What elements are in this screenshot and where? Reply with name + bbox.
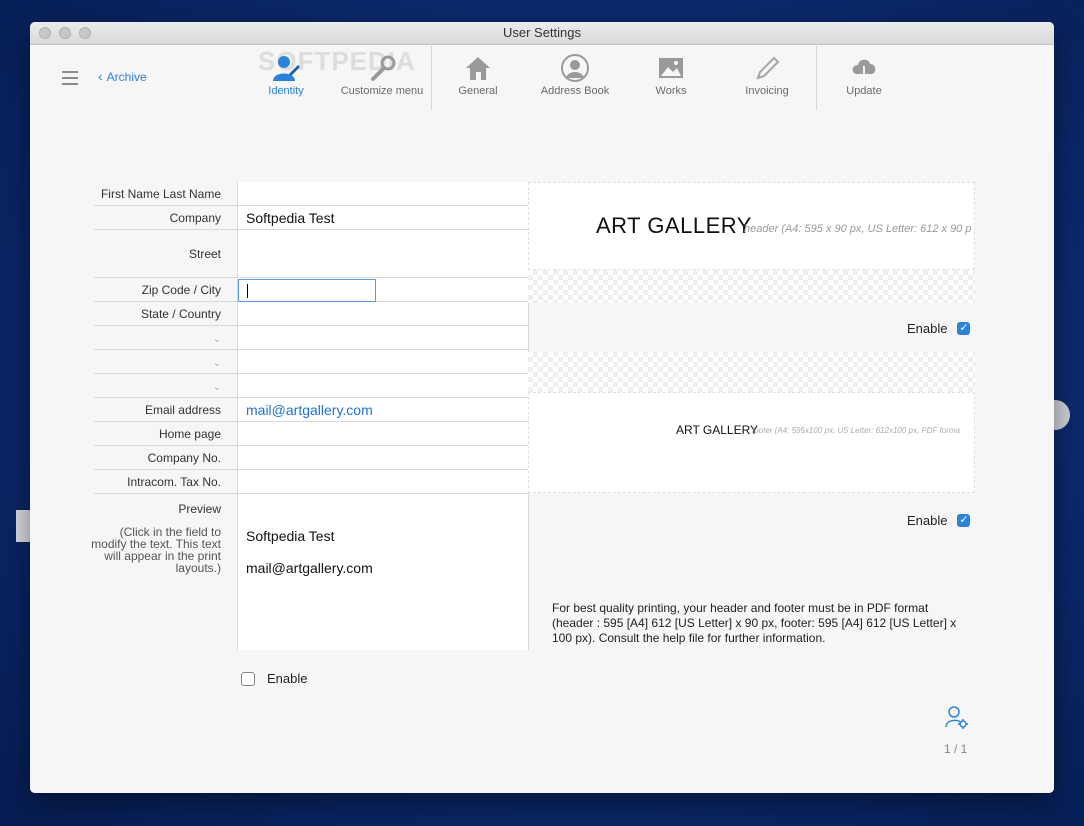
- preview-enable-row: Enable: [241, 671, 307, 686]
- email-field[interactable]: mail@artgallery.com: [238, 398, 528, 422]
- tab-invoicing[interactable]: Invoicing: [719, 54, 815, 97]
- label-tax-no: Intracom. Tax No.: [94, 470, 237, 494]
- image-icon: [659, 58, 683, 78]
- pencil-icon: [756, 56, 780, 80]
- footer-image-dropzone[interactable]: ART GALLERY footer (A4: 595x100 px, US L…: [528, 392, 975, 493]
- preview-line: mail@artgallery.com: [246, 560, 373, 576]
- tab-works[interactable]: Works: [623, 54, 719, 97]
- header-logo-text: ART GALLERY: [596, 213, 752, 238]
- label-zip-city: Zip Code / City: [94, 278, 237, 302]
- tab-label: Address Book: [540, 85, 610, 97]
- preview-textarea[interactable]: Softpedia Test mail@artgallery.com: [238, 494, 528, 650]
- label-homepage: Home page: [94, 422, 237, 446]
- label-company: Company: [94, 206, 237, 230]
- footer-transparency-strip: [528, 352, 975, 392]
- custom-field-select[interactable]: ⌄: [94, 326, 237, 350]
- custom-field-1[interactable]: [238, 326, 528, 350]
- user-settings-icon[interactable]: [944, 705, 970, 734]
- menu-icon[interactable]: [62, 71, 78, 89]
- tab-label: Identity: [268, 85, 304, 97]
- preview-enable-checkbox[interactable]: [241, 671, 255, 686]
- desktop-decoration: [16, 510, 30, 542]
- identity-icon: [273, 56, 300, 81]
- chevron-down-icon: ⌄: [212, 334, 221, 345]
- person-icon: [561, 54, 589, 82]
- header-transparency-strip: [528, 270, 975, 303]
- tab-address-book[interactable]: Address Book: [527, 54, 623, 97]
- company-no-field[interactable]: [238, 446, 528, 470]
- tab-customize-menu[interactable]: Customize menu: [334, 54, 430, 97]
- header-enable-row: Enable ✓: [907, 321, 971, 336]
- label-email: Email address: [94, 398, 237, 422]
- text-caret: [247, 284, 248, 298]
- preview-note: (Click in the field to modify the text. …: [91, 525, 221, 575]
- footer-logo-text: ART GALLERY: [676, 423, 759, 437]
- back-button[interactable]: ‹ Archive: [98, 68, 147, 84]
- preview-line: Softpedia Test: [246, 528, 335, 544]
- identity-content: First Name Last Name Company Street Zip …: [30, 111, 1054, 793]
- custom-field-select[interactable]: ⌄: [94, 374, 237, 398]
- custom-field-3[interactable]: [238, 374, 528, 398]
- tab-label: Works: [655, 85, 687, 97]
- header-image-dropzone[interactable]: ART GALLERY header (A4: 595 x 90 px, US …: [528, 182, 975, 270]
- custom-field-select[interactable]: ⌄: [94, 350, 237, 374]
- label-street: Street: [94, 230, 237, 278]
- enable-label: Enable: [907, 321, 948, 336]
- user-settings-window: User Settings SOFTPEDIA ‹ Archive Identit…: [30, 22, 1054, 793]
- tab-identity[interactable]: Identity: [238, 54, 334, 97]
- company-field[interactable]: Softpedia Test: [238, 206, 528, 230]
- print-quality-info: For best quality printing, your header a…: [552, 601, 957, 645]
- footer-enable-row: Enable ✓: [907, 513, 971, 528]
- cloud-download-icon: [852, 59, 876, 80]
- form-fields: Softpedia Test mail@artgallery.com Softp…: [237, 182, 529, 650]
- custom-field-2[interactable]: [238, 350, 528, 374]
- street-field[interactable]: [238, 230, 528, 278]
- header-enable-checkbox[interactable]: ✓: [957, 322, 971, 335]
- tab-label: Invoicing: [745, 85, 789, 97]
- tab-label: Update: [846, 85, 882, 97]
- footer-size-hint: footer (A4: 595x100 px, US Letter: 612x1…: [752, 426, 960, 435]
- zip-code-input[interactable]: [238, 279, 376, 302]
- back-label: Archive: [106, 70, 147, 84]
- header-size-hint: header (A4: 595 x 90 px, US Letter: 612 …: [744, 223, 972, 235]
- home-icon: [466, 57, 490, 80]
- label-name: First Name Last Name: [94, 182, 237, 206]
- page-indicator: 1 / 1: [944, 742, 968, 756]
- name-field[interactable]: [238, 182, 528, 206]
- chevron-left-icon: ‹: [98, 68, 103, 84]
- tab-general[interactable]: General: [430, 54, 526, 97]
- enable-label: Enable: [267, 671, 308, 686]
- label-state-country: State / Country: [94, 302, 237, 326]
- state-country-field[interactable]: [238, 302, 528, 326]
- tab-update[interactable]: Update: [816, 54, 912, 97]
- tax-no-field[interactable]: [238, 470, 528, 494]
- tab-label: General: [458, 85, 498, 97]
- enable-label: Enable: [907, 513, 948, 528]
- label-preview: Preview: [178, 502, 221, 516]
- footer-enable-checkbox[interactable]: ✓: [957, 514, 971, 527]
- wrench-icon: [371, 55, 396, 81]
- homepage-field[interactable]: [238, 422, 528, 446]
- label-company-no: Company No.: [94, 446, 237, 470]
- chevron-down-icon: ⌄: [212, 358, 221, 369]
- tab-label: Customize menu: [340, 85, 424, 97]
- chevron-down-icon: ⌄: [212, 382, 221, 393]
